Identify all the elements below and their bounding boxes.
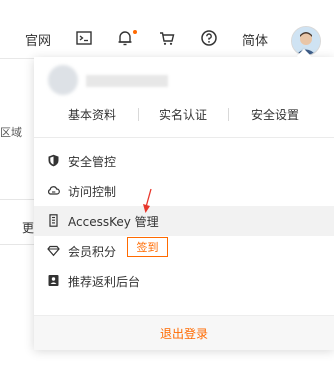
key-icon — [49, 214, 58, 227]
nav-official-site[interactable]: 官网 — [25, 30, 51, 49]
bell-icon[interactable] — [116, 29, 134, 47]
user-profile-header: 基本资料 实名认证 安全设置 — [34, 57, 334, 149]
header-divider — [34, 137, 334, 138]
link-basic-profile[interactable]: 基本资料 — [68, 106, 116, 123]
dropdown-footer: 退出登录 — [34, 315, 334, 350]
link-separator — [228, 108, 229, 121]
background-region-label: 区域 — [0, 126, 22, 139]
blurred-user-avatar — [48, 65, 78, 95]
profile-links: 基本资料 实名认证 安全设置 — [34, 106, 334, 124]
logout-button[interactable]: 退出登录 — [34, 325, 334, 342]
menu-item-referral-rebate[interactable]: 推荐返利后台 — [34, 266, 334, 296]
link-real-name-auth[interactable]: 实名认证 — [159, 106, 207, 123]
background-more-label: 更 — [22, 221, 35, 235]
menu-item-accesskey-management[interactable]: AccessKey 管理 — [34, 206, 334, 236]
help-icon[interactable] — [200, 29, 218, 47]
referral-icon — [48, 275, 59, 286]
menu-item-access-control[interactable]: 访问控制 — [34, 176, 334, 206]
link-security-settings[interactable]: 安全设置 — [251, 106, 299, 123]
annotation-arrow-icon — [143, 188, 152, 213]
blurred-user-name — [86, 75, 168, 87]
sign-in-button[interactable]: 签到 — [127, 237, 168, 257]
link-separator — [138, 108, 139, 121]
menu-item-label: 推荐返利后台 — [68, 275, 141, 289]
terminal-icon[interactable] — [75, 29, 93, 47]
menu-item-label: 安全管控 — [68, 155, 117, 169]
shield-icon — [48, 154, 59, 167]
menu-item-label: 会员积分 — [68, 245, 117, 259]
nav-language[interactable]: 简体 — [242, 30, 268, 49]
menu-item-security-control[interactable]: 安全管控 — [34, 146, 334, 176]
menu-item-label: 访问控制 — [68, 185, 117, 199]
cart-icon[interactable] — [158, 29, 176, 47]
menu-item-label: AccessKey 管理 — [68, 215, 159, 229]
top-navigation-bar: 官网 简体 — [0, 0, 334, 59]
notification-dot — [133, 30, 137, 34]
menu-item-member-points[interactable]: 会员积分 签到 — [34, 236, 334, 266]
cloud-icon — [48, 186, 60, 195]
diamond-icon — [47, 245, 60, 257]
user-dropdown-menu: 基本资料 实名认证 安全设置 安全管控 访问控制 AccessKey 管理 会员… — [34, 57, 334, 350]
